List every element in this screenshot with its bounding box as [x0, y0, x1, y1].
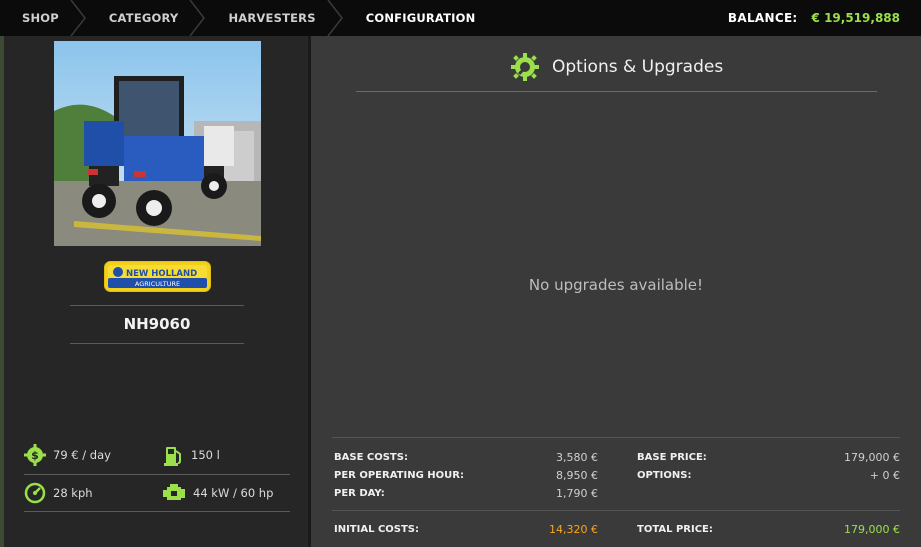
- no-upgrades-message: No upgrades available!: [528, 276, 704, 294]
- stat-speed: 28 kph: [24, 482, 93, 504]
- balance-display: BALANCE: € 19,519,888: [728, 0, 921, 36]
- base-costs-value: 3,580 €: [556, 451, 598, 464]
- stat-value: 28 kph: [53, 486, 93, 500]
- money-gear-icon: $: [24, 444, 46, 466]
- stat-fuel-tank: 150 l: [164, 444, 220, 466]
- engine-icon: [163, 484, 185, 500]
- breadcrumb-configuration[interactable]: CONFIGURATION: [342, 0, 502, 36]
- fuel-pump-icon: [164, 447, 181, 466]
- svg-text:AGRICULTURE: AGRICULTURE: [135, 280, 180, 288]
- stat-cost-per-day: $ 79 € / day: [24, 444, 111, 466]
- options-panel: Options & Upgrades No upgrades available…: [311, 36, 921, 547]
- base-costs-label: BASE COSTS:: [334, 452, 408, 463]
- svg-text:$: $: [31, 449, 39, 462]
- balance-label: BALANCE:: [727, 11, 798, 25]
- breadcrumb-label: CATEGORY: [108, 11, 179, 25]
- base-price-label: BASE PRICE:: [637, 452, 707, 463]
- divider: [356, 91, 877, 92]
- divider: [332, 437, 900, 438]
- vehicle-info-panel: NEW HOLLAND AGRICULTURE NH9060 $ 79 € / …: [4, 36, 308, 547]
- total-price-value: 179,000 €: [844, 523, 900, 536]
- divider: [332, 510, 900, 511]
- divider: [70, 305, 244, 306]
- per-day-label: PER DAY:: [334, 488, 385, 499]
- base-price-value: 179,000 €: [844, 451, 900, 464]
- breadcrumb-harvesters[interactable]: HARVESTERS: [204, 0, 343, 36]
- balance-value: € 19,519,888: [811, 11, 900, 25]
- breadcrumb-label: HARVESTERS: [228, 11, 316, 25]
- options-label: OPTIONS:: [637, 470, 692, 481]
- total-price-label: TOTAL PRICE:: [637, 524, 713, 535]
- per-hour-value: 8,950 €: [556, 469, 598, 482]
- speedometer-icon: [24, 482, 46, 504]
- per-hour-label: PER OPERATING HOUR:: [334, 470, 464, 481]
- breadcrumb-label: CONFIGURATION: [365, 11, 476, 25]
- vehicle-image: [54, 41, 261, 246]
- initial-costs-value: 14,320 €: [549, 523, 598, 536]
- wrench-gear-icon: [511, 53, 539, 81]
- stat-value: 44 kW / 60 hp: [193, 486, 274, 500]
- top-bar: SHOP CATEGORY HARVESTERS CONFIGURATION B…: [0, 0, 921, 36]
- options-title: Options & Upgrades: [552, 57, 724, 77]
- options-value: + 0 €: [869, 469, 900, 482]
- stat-value: 150 l: [191, 448, 220, 462]
- breadcrumb-label: SHOP: [22, 11, 59, 25]
- stat-value: 79 € / day: [53, 448, 111, 462]
- vehicle-name: NH9060: [123, 315, 191, 333]
- brand-logo: NEW HOLLAND AGRICULTURE: [104, 261, 211, 292]
- stat-power: 44 kW / 60 hp: [162, 482, 273, 504]
- breadcrumb: SHOP CATEGORY HARVESTERS CONFIGURATION: [0, 0, 501, 36]
- per-day-value: 1,790 €: [556, 487, 598, 500]
- options-header: Options & Upgrades: [511, 53, 723, 81]
- divider: [70, 343, 244, 344]
- cost-summary: BASE COSTS: 3,580 € PER OPERATING HOUR: …: [332, 437, 900, 547]
- svg-text:NEW HOLLAND: NEW HOLLAND: [126, 269, 197, 279]
- initial-costs-label: INITIAL COSTS:: [334, 524, 420, 535]
- divider: [24, 511, 290, 512]
- breadcrumb-category[interactable]: CATEGORY: [85, 0, 206, 36]
- breadcrumb-shop[interactable]: SHOP: [0, 0, 86, 36]
- divider: [24, 474, 290, 475]
